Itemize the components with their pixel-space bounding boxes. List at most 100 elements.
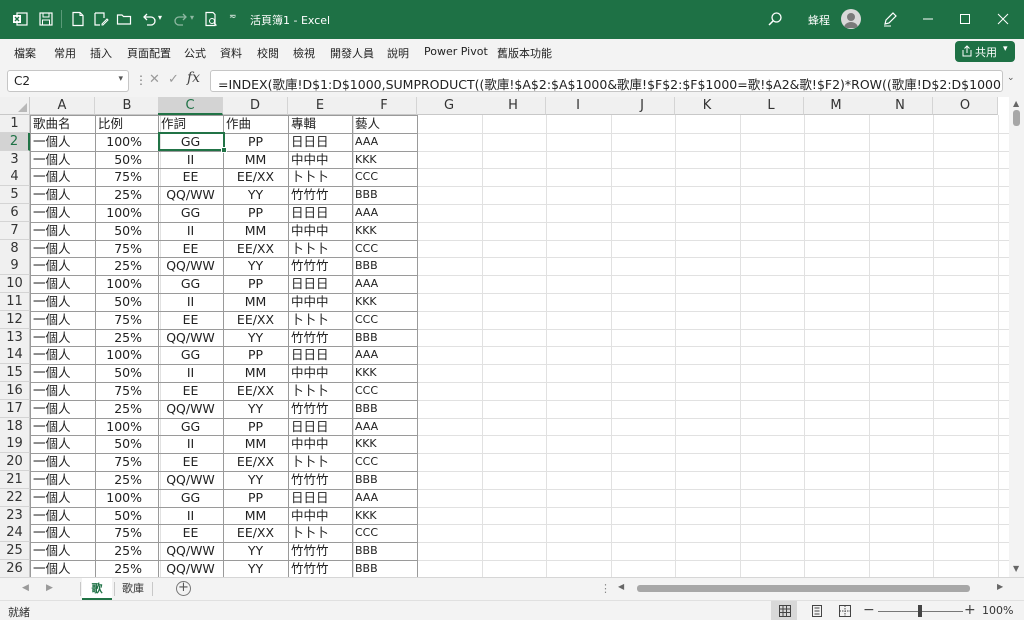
menu-home[interactable]: 常用 — [54, 45, 76, 61]
scroll-right-icon[interactable]: ▶ — [997, 582, 1003, 591]
menu-insert[interactable]: 插入 — [90, 45, 112, 61]
column-header-l[interactable]: L — [739, 97, 804, 115]
table-cell[interactable]: 一個人 — [30, 204, 95, 222]
cancel-icon[interactable]: ✕ — [149, 72, 160, 87]
table-cell[interactable]: 卜卜卜 — [288, 240, 353, 258]
table-cell[interactable]: 100% — [95, 346, 142, 364]
table-cell[interactable]: 100% — [95, 275, 142, 293]
table-cell[interactable]: YY — [223, 257, 288, 275]
pen-icon[interactable] — [882, 11, 898, 27]
table-cell[interactable]: 中中中 — [288, 151, 353, 169]
table-cell[interactable]: PP — [223, 418, 288, 436]
table-cell[interactable]: 一個人 — [30, 400, 95, 418]
vertical-scroll-thumb[interactable] — [1013, 110, 1020, 126]
table-cell[interactable]: QQ/WW — [158, 186, 223, 204]
row-header[interactable]: 21 — [0, 471, 30, 489]
table-cell[interactable]: 竹竹竹 — [288, 186, 353, 204]
table-cell[interactable]: GG — [158, 346, 223, 364]
table-cell[interactable]: 一個人 — [30, 453, 95, 471]
table-cell[interactable]: II — [158, 364, 223, 382]
table-cell[interactable]: AAA — [352, 204, 417, 222]
table-cell[interactable]: BBB — [352, 560, 417, 577]
row-header[interactable]: 6 — [0, 204, 30, 222]
row-header[interactable]: 23 — [0, 506, 30, 525]
table-cell[interactable]: YY — [223, 329, 288, 347]
row-header[interactable]: 24 — [0, 524, 30, 543]
table-header-cell[interactable]: 歌曲名 — [30, 115, 95, 133]
add-sheet-button[interactable]: + — [176, 581, 191, 596]
table-cell[interactable]: GG — [158, 418, 223, 436]
scroll-up-icon[interactable]: ▲ — [1013, 99, 1019, 108]
row-header[interactable]: 25 — [0, 542, 30, 561]
table-cell[interactable]: YY — [223, 471, 288, 489]
table-cell[interactable]: 50% — [95, 364, 142, 382]
row-header[interactable]: 13 — [0, 328, 30, 347]
row-header[interactable]: 16 — [0, 382, 30, 400]
table-cell[interactable]: 一個人 — [30, 560, 95, 577]
row-header[interactable]: 2 — [0, 132, 30, 151]
zoom-slider-thumb[interactable] — [918, 605, 922, 617]
table-cell[interactable]: CCC — [352, 311, 417, 329]
customize-toolbar-icon[interactable]: ≂ — [229, 12, 237, 22]
table-cell[interactable]: 一個人 — [30, 524, 95, 542]
row-header[interactable]: 7 — [0, 221, 30, 240]
table-cell[interactable]: EE — [158, 453, 223, 471]
column-header-o[interactable]: O — [933, 97, 998, 115]
menu-help[interactable]: 說明 — [387, 45, 409, 61]
name-box[interactable]: C2 ▾ — [7, 70, 129, 92]
row-header[interactable]: 14 — [0, 346, 30, 365]
table-cell[interactable]: 一個人 — [30, 346, 95, 364]
table-cell[interactable]: 75% — [95, 311, 142, 329]
table-cell[interactable]: 竹竹竹 — [288, 471, 353, 489]
normal-view-icon[interactable] — [778, 604, 792, 618]
table-cell[interactable]: AAA — [352, 133, 417, 151]
table-cell[interactable]: EE/XX — [223, 168, 288, 186]
row-header[interactable]: 19 — [0, 435, 30, 454]
table-cell[interactable]: MM — [223, 151, 288, 169]
table-cell[interactable]: II — [158, 222, 223, 240]
avatar[interactable] — [841, 9, 861, 29]
table-cell[interactable]: QQ/WW — [158, 329, 223, 347]
table-cell[interactable]: MM — [223, 435, 288, 453]
row-header[interactable]: 12 — [0, 310, 30, 329]
table-cell[interactable]: CCC — [352, 382, 417, 400]
page-layout-view-icon[interactable] — [810, 604, 824, 618]
row-header[interactable]: 9 — [0, 257, 30, 276]
table-header-cell[interactable]: 比例 — [95, 115, 160, 133]
menu-page-layout[interactable]: 頁面配置 — [127, 45, 171, 61]
table-cell[interactable]: 一個人 — [30, 240, 95, 258]
table-cell[interactable]: BBB — [352, 186, 417, 204]
table-cell[interactable]: 日日日 — [288, 133, 353, 151]
row-header[interactable]: 3 — [0, 150, 30, 169]
row-header[interactable]: 5 — [0, 186, 30, 205]
table-cell[interactable]: PP — [223, 489, 288, 507]
table-cell[interactable]: EE — [158, 240, 223, 258]
table-cell[interactable]: II — [158, 435, 223, 453]
table-header-cell[interactable]: 藝人 — [352, 115, 417, 133]
column-header-i[interactable]: I — [546, 97, 611, 115]
table-cell[interactable]: 日日日 — [288, 418, 353, 436]
table-cell[interactable]: 50% — [95, 222, 142, 240]
table-cell[interactable]: KKK — [352, 507, 417, 525]
column-header-a[interactable]: A — [30, 97, 95, 115]
column-header-g[interactable]: G — [417, 97, 482, 115]
save-icon[interactable] — [38, 11, 54, 27]
table-cell[interactable]: 一個人 — [30, 364, 95, 382]
table-cell[interactable]: 一個人 — [30, 311, 95, 329]
table-cell[interactable]: PP — [223, 204, 288, 222]
table-cell[interactable]: 中中中 — [288, 293, 353, 311]
table-cell[interactable]: 一個人 — [30, 489, 95, 507]
fill-handle[interactable] — [221, 147, 227, 153]
table-cell[interactable]: CCC — [352, 240, 417, 258]
table-cell[interactable]: 一個人 — [30, 418, 95, 436]
table-cell[interactable]: AAA — [352, 418, 417, 436]
table-cell[interactable]: 50% — [95, 507, 142, 525]
table-cell[interactable]: 25% — [95, 186, 142, 204]
table-cell[interactable]: 一個人 — [30, 151, 95, 169]
chevron-down-icon[interactable]: ▾ — [118, 74, 123, 84]
column-header-h[interactable]: H — [481, 97, 546, 115]
table-cell[interactable]: QQ/WW — [158, 400, 223, 418]
menu-power-pivot[interactable]: Power Pivot — [424, 45, 488, 58]
table-cell[interactable]: CCC — [352, 453, 417, 471]
zoom-out-button[interactable]: − — [863, 602, 875, 618]
